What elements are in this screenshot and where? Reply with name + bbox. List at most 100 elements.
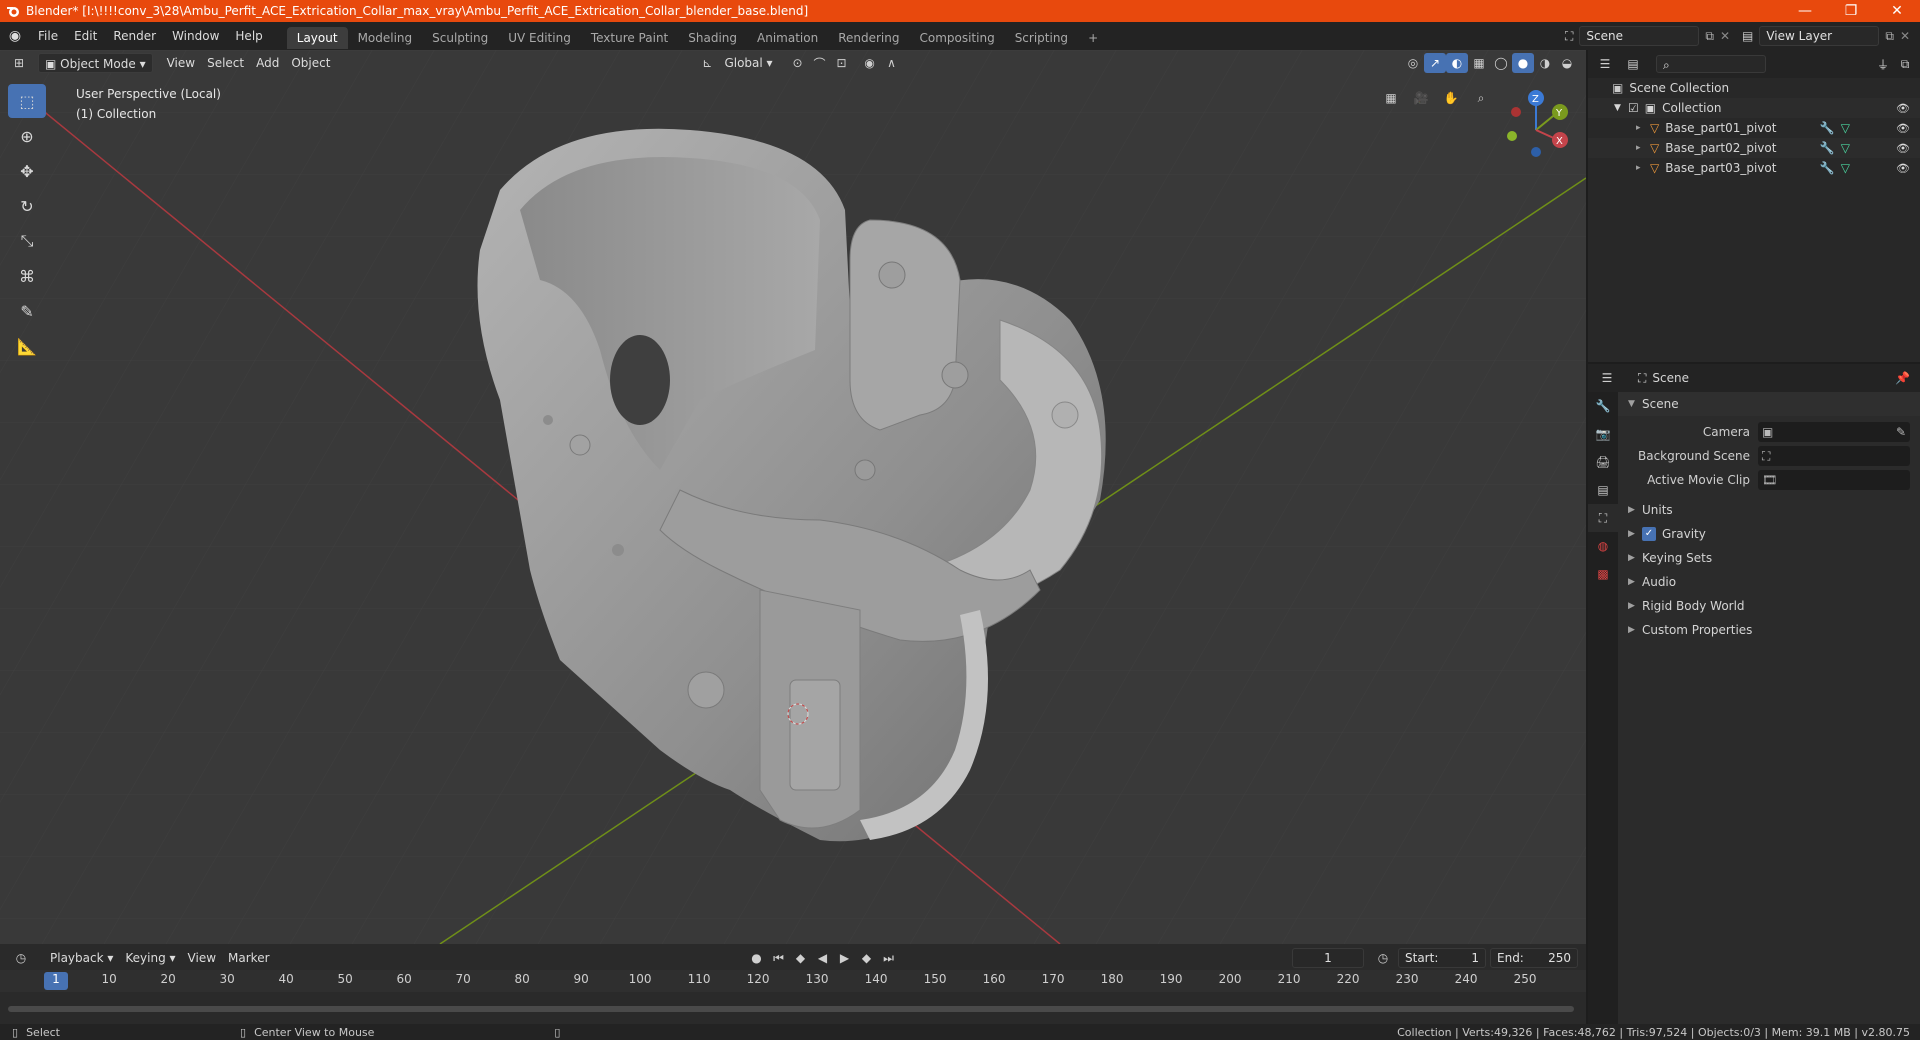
play-reverse-icon[interactable]: ◀: [812, 948, 834, 968]
end-frame-field[interactable]: End: 250: [1490, 948, 1578, 968]
snap-icon[interactable]: ⌒: [809, 53, 831, 73]
menu-file[interactable]: File: [30, 22, 66, 50]
modifier-wrench-icon[interactable]: 🔧: [1820, 141, 1835, 155]
tab-shading[interactable]: Shading: [678, 27, 747, 49]
toggle-ortho-icon[interactable]: ▦: [1380, 88, 1402, 108]
eyedropper-icon[interactable]: ✎: [1896, 425, 1906, 439]
snap-target-icon[interactable]: ⊡: [831, 53, 853, 73]
display-mode-icon[interactable]: ▤: [1622, 54, 1644, 74]
rendered-shading-icon[interactable]: ◒: [1556, 53, 1578, 73]
pivot-icon[interactable]: ⊙: [787, 53, 809, 73]
gravity-checkbox[interactable]: ✓: [1642, 527, 1656, 541]
preview-range-icon[interactable]: ◷: [1372, 948, 1394, 968]
outliner-object-row[interactable]: ▸ ▽ Base_part01_pivot 🔧 ▽ 👁: [1588, 118, 1920, 138]
expand-units-icon[interactable]: ▶: [1628, 505, 1642, 515]
viewport-canvas[interactable]: [0, 50, 1586, 944]
rotate-tool-icon[interactable]: ↻: [8, 189, 46, 223]
expand-custom-properties-icon[interactable]: ▶: [1628, 625, 1642, 635]
tab-scripting[interactable]: Scripting: [1005, 27, 1078, 49]
scene-tab-icon[interactable]: ⛶: [1588, 504, 1618, 532]
tab-texture-paint[interactable]: Texture Paint: [581, 27, 678, 49]
view-layer-tab-icon[interactable]: ▤: [1588, 476, 1618, 504]
object-visibility-icon[interactable]: 👁: [1896, 122, 1910, 135]
output-tab-icon[interactable]: 🖨: [1588, 448, 1618, 476]
mesh-data-icon[interactable]: ▽: [1841, 121, 1850, 135]
texture-tab-icon[interactable]: ▩: [1588, 560, 1618, 588]
annotate-tool-icon[interactable]: ✎: [8, 294, 46, 328]
menu-render[interactable]: Render: [105, 22, 164, 50]
expand-rigid-body-icon[interactable]: ▶: [1628, 601, 1642, 611]
pan-hand-icon[interactable]: ✋: [1440, 88, 1462, 108]
menu-edit[interactable]: Edit: [66, 22, 105, 50]
blender-menu-icon[interactable]: ◉: [0, 28, 30, 44]
outliner-object-row[interactable]: ▸ ▽ Base_part02_pivot 🔧 ▽ 👁: [1588, 138, 1920, 158]
expand-keying-sets-icon[interactable]: ▶: [1628, 553, 1642, 563]
visibility-icon[interactable]: ◎: [1402, 53, 1424, 73]
keying-sets-section[interactable]: ▶ Keying Sets: [1618, 546, 1920, 570]
remove-scene-icon[interactable]: ✕: [1720, 29, 1730, 43]
prev-keyframe-icon[interactable]: ◆: [790, 948, 812, 968]
measure-tool-icon[interactable]: 📐: [8, 329, 46, 363]
menu-window[interactable]: Window: [164, 22, 227, 50]
outliner-collection[interactable]: ▼ ☑ ▣ Collection 👁: [1588, 98, 1920, 118]
move-tool-icon[interactable]: ✥: [8, 154, 46, 188]
camera-view-icon[interactable]: 🎥: [1410, 88, 1432, 108]
camera-field[interactable]: ▣ ✎: [1758, 422, 1910, 442]
menu-select[interactable]: Select: [201, 53, 250, 73]
menu-view[interactable]: View: [161, 53, 201, 73]
tab-animation[interactable]: Animation: [747, 27, 828, 49]
falloff-icon[interactable]: ∧: [881, 53, 903, 73]
object-visibility-icon[interactable]: 👁: [1896, 142, 1910, 155]
outliner-scene-collection[interactable]: ▣ Scene Collection: [1588, 78, 1920, 98]
filter-icon[interactable]: ⏚: [1872, 54, 1894, 74]
transform-orientation-icon[interactable]: ⊾: [696, 53, 718, 73]
start-frame-field[interactable]: Start: 1: [1398, 948, 1486, 968]
tab-uv-editing[interactable]: UV Editing: [498, 27, 581, 49]
audio-section[interactable]: ▶ Audio: [1618, 570, 1920, 594]
jump-end-icon[interactable]: ⏭: [878, 948, 900, 968]
expand-gravity-icon[interactable]: ▶: [1628, 529, 1642, 539]
new-collection-icon[interactable]: ⧉: [1894, 54, 1916, 74]
units-section[interactable]: ▶ Units: [1618, 498, 1920, 522]
new-view-layer-icon[interactable]: ⧉: [1885, 29, 1894, 44]
timeline-editor-icon[interactable]: ◷: [10, 948, 32, 968]
pin-icon[interactable]: 📌: [1895, 371, 1910, 385]
timeline-ruler[interactable]: 1 10 20 30 40 50 60 70 80 90 100 110 120 130 140 150 160…: [0, 970, 1586, 992]
new-scene-icon[interactable]: ⧉: [1705, 29, 1714, 44]
menu-object[interactable]: Object: [285, 53, 336, 73]
menu-keying[interactable]: Keying ▾: [119, 948, 181, 968]
zoom-icon[interactable]: ⌕: [1470, 88, 1492, 108]
material-shading-icon[interactable]: ◑: [1534, 53, 1556, 73]
scale-tool-icon[interactable]: ⤡: [8, 224, 46, 258]
custom-properties-section[interactable]: ▶ Custom Properties: [1618, 618, 1920, 642]
expand-audio-icon[interactable]: ▶: [1628, 577, 1642, 587]
gizmo-toggle-icon[interactable]: ↗: [1424, 53, 1446, 73]
gravity-section[interactable]: ▶ ✓ Gravity: [1618, 522, 1920, 546]
proportional-edit-icon[interactable]: ◉: [859, 53, 881, 73]
xray-icon[interactable]: ▦: [1468, 53, 1490, 73]
mesh-data-icon[interactable]: ▽: [1841, 161, 1850, 175]
scene-field[interactable]: Scene: [1579, 26, 1700, 46]
scene-icon[interactable]: ⛶: [1565, 29, 1573, 44]
tool-settings-tab-icon[interactable]: 🔧: [1588, 392, 1618, 420]
current-frame-field[interactable]: 1: [1292, 948, 1364, 968]
overlay-toggle-icon[interactable]: ◐: [1446, 53, 1468, 73]
menu-help[interactable]: Help: [227, 22, 270, 50]
editor-type-icon[interactable]: ⊞: [8, 53, 30, 73]
expand-object-icon[interactable]: ▸: [1636, 143, 1650, 153]
play-icon[interactable]: ▶: [834, 948, 856, 968]
remove-view-layer-icon[interactable]: ✕: [1900, 29, 1910, 43]
background-scene-field[interactable]: ⛶: [1758, 446, 1910, 466]
expand-object-icon[interactable]: ▸: [1636, 163, 1650, 173]
wireframe-shading-icon[interactable]: ◯: [1490, 53, 1512, 73]
tab-compositing[interactable]: Compositing: [909, 27, 1004, 49]
menu-marker[interactable]: Marker: [222, 948, 275, 968]
render-tab-icon[interactable]: 📷: [1588, 420, 1618, 448]
cursor-tool-icon[interactable]: ⊕: [8, 119, 46, 153]
scene-section-header[interactable]: ▼ Scene: [1618, 392, 1920, 416]
transform-tool-icon[interactable]: ⌘: [8, 259, 46, 293]
tab-layout[interactable]: Layout: [286, 26, 348, 49]
object-visibility-icon[interactable]: 👁: [1896, 162, 1910, 175]
movie-clip-field[interactable]: 🎞: [1758, 470, 1910, 490]
select-box-tool-icon[interactable]: ⬚: [8, 84, 46, 118]
